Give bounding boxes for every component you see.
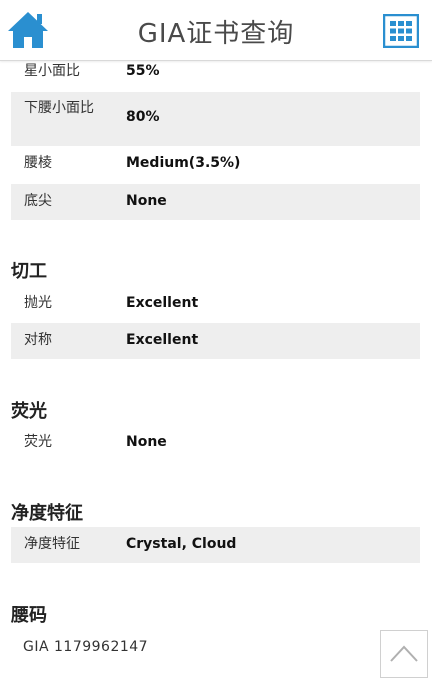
- section-title-cut: 切工: [11, 261, 47, 282]
- row-value: 55%: [126, 63, 160, 79]
- section-title-fluorescence: 荧光: [11, 401, 47, 422]
- table-row: 荧光 None: [11, 425, 420, 461]
- row-label: 底尖: [24, 193, 52, 209]
- app-header: GIA证书查询: [0, 0, 432, 61]
- row-value: Excellent: [126, 295, 199, 311]
- row-label: 抛光: [24, 295, 52, 311]
- back-to-top-button[interactable]: [380, 630, 428, 678]
- row-value: Excellent: [126, 332, 199, 348]
- row-value: None: [126, 193, 167, 209]
- row-label: 荧光: [24, 434, 52, 450]
- row-value: None: [126, 434, 167, 450]
- table-row: 底尖 None: [11, 184, 420, 220]
- table-row: 腰棱 Medium(3.5%): [11, 146, 420, 182]
- row-label: 净度特征: [24, 536, 80, 552]
- table-row: 下腰小面比 80%: [11, 92, 420, 146]
- grid-menu-icon: [382, 13, 420, 49]
- row-label: 腰棱: [24, 155, 52, 171]
- table-row: 星小面比 55%: [11, 60, 420, 90]
- row-value: Medium(3.5%): [126, 155, 241, 171]
- row-value: Crystal, Cloud: [126, 536, 237, 552]
- chevron-up-icon: [390, 645, 418, 662]
- section-title-clarity: 净度特征: [11, 503, 83, 524]
- row-label: 下腰小面比: [24, 100, 94, 116]
- table-row: 净度特征 Crystal, Cloud: [11, 527, 420, 563]
- section-title-inscription: 腰码: [11, 605, 47, 626]
- row-label: 对称: [24, 332, 52, 348]
- page-title: GIA证书查询: [137, 19, 295, 49]
- table-row: 对称 Excellent: [11, 323, 420, 359]
- table-row: 抛光 Excellent: [11, 286, 420, 322]
- row-label: 星小面比: [24, 63, 80, 79]
- row-value: 80%: [126, 109, 160, 125]
- menu-button[interactable]: [382, 13, 420, 49]
- inscription-value: GIA 1179962147: [23, 639, 149, 655]
